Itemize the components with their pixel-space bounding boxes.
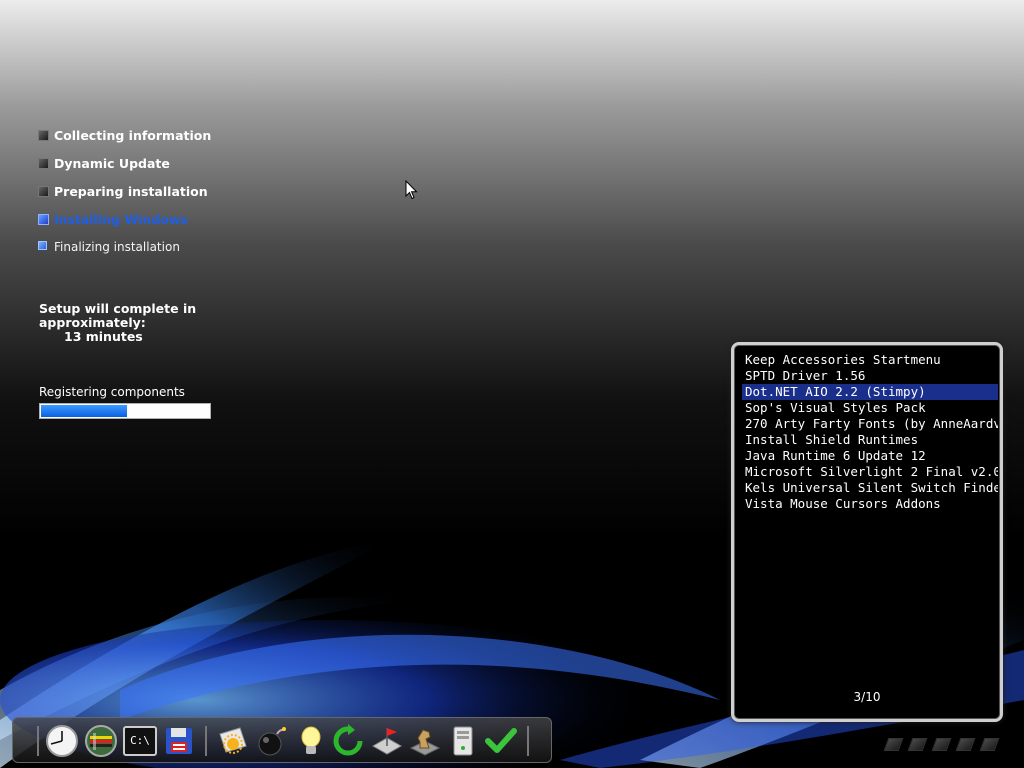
chess-knight-icon[interactable] (408, 724, 442, 758)
eta-line-1: Setup will complete in (39, 301, 197, 316)
step-bullet-icon (38, 158, 49, 169)
page-indicator: 3/10 (853, 690, 881, 704)
dot-indicator (955, 738, 976, 751)
step-preparing-installation: Preparing installation (38, 184, 278, 212)
setup-steps: Collecting information Dynamic Update Pr… (38, 128, 278, 268)
eta-minutes: 13 minutes (64, 329, 143, 344)
step-label: Installing Windows (54, 212, 188, 227)
step-label: Dynamic Update (54, 156, 170, 171)
list-item[interactable]: Install Shield Runtimes (742, 432, 998, 448)
step-bullet-icon (38, 214, 49, 225)
step-bullet-icon (38, 130, 49, 141)
taskbar-separator (37, 726, 39, 756)
network-icon[interactable] (84, 724, 118, 758)
list-item[interactable]: Vista Mouse Cursors Addons (742, 496, 998, 512)
mouse-cursor-icon (405, 180, 418, 200)
list-item[interactable]: Kels Universal Silent Switch Finder (742, 480, 998, 496)
desktop-sun-icon[interactable] (216, 724, 250, 758)
taskbar-dock: C:\ (12, 717, 552, 763)
progress-fill (41, 405, 128, 417)
list-item[interactable]: 270 Arty Farty Fonts (by AnneAardvark) (742, 416, 998, 432)
list-item[interactable]: Microsoft Silverlight 2 Final v2.0.31005 (742, 464, 998, 480)
list-item[interactable]: Sop's Visual Styles Pack (742, 400, 998, 416)
step-bullet-icon (38, 241, 47, 250)
dot-indicator (931, 738, 952, 751)
list-item[interactable]: SPTD Driver 1.56 (742, 368, 998, 384)
flag-board-icon[interactable] (370, 724, 404, 758)
lightbulb-icon[interactable] (294, 724, 328, 758)
refresh-icon[interactable] (331, 724, 365, 758)
eta-line-2: approximately: (39, 315, 146, 330)
list-item[interactable]: Keep Accessories Startmenu (742, 352, 998, 368)
dot-indicator (883, 738, 904, 751)
step-label: Finalizing installation (54, 240, 180, 254)
step-installing-windows: Installing Windows (38, 212, 278, 240)
dot-indicator (907, 738, 928, 751)
status-text: Registering components (39, 385, 185, 399)
taskbar-separator (205, 726, 207, 756)
step-finalizing-installation: Finalizing installation (38, 240, 278, 268)
step-collecting-information: Collecting information (38, 128, 278, 156)
step-bullet-icon (38, 186, 49, 197)
progress-bar (39, 403, 211, 419)
slide-dots (883, 738, 1000, 751)
install-list: Keep Accessories Startmenu SPTD Driver 1… (742, 352, 998, 512)
bomb-icon[interactable] (255, 724, 289, 758)
checkmark-icon[interactable] (484, 724, 518, 758)
install-list-panel: Keep Accessories Startmenu SPTD Driver 1… (731, 342, 1003, 722)
server-icon[interactable] (446, 724, 480, 758)
dot-indicator (979, 738, 1000, 751)
clock-icon[interactable] (45, 724, 79, 758)
command-prompt-icon[interactable]: C:\ (123, 726, 157, 756)
step-label: Collecting information (54, 128, 212, 143)
save-disk-icon[interactable] (162, 724, 196, 758)
list-item-selected[interactable]: Dot.NET AIO 2.2 (Stimpy) (742, 384, 998, 400)
time-remaining: Setup will complete in approximately: 13… (39, 302, 196, 344)
taskbar-separator (527, 726, 529, 756)
step-label: Preparing installation (54, 184, 208, 199)
step-dynamic-update: Dynamic Update (38, 156, 278, 184)
list-item[interactable]: Java Runtime 6 Update 12 (742, 448, 998, 464)
